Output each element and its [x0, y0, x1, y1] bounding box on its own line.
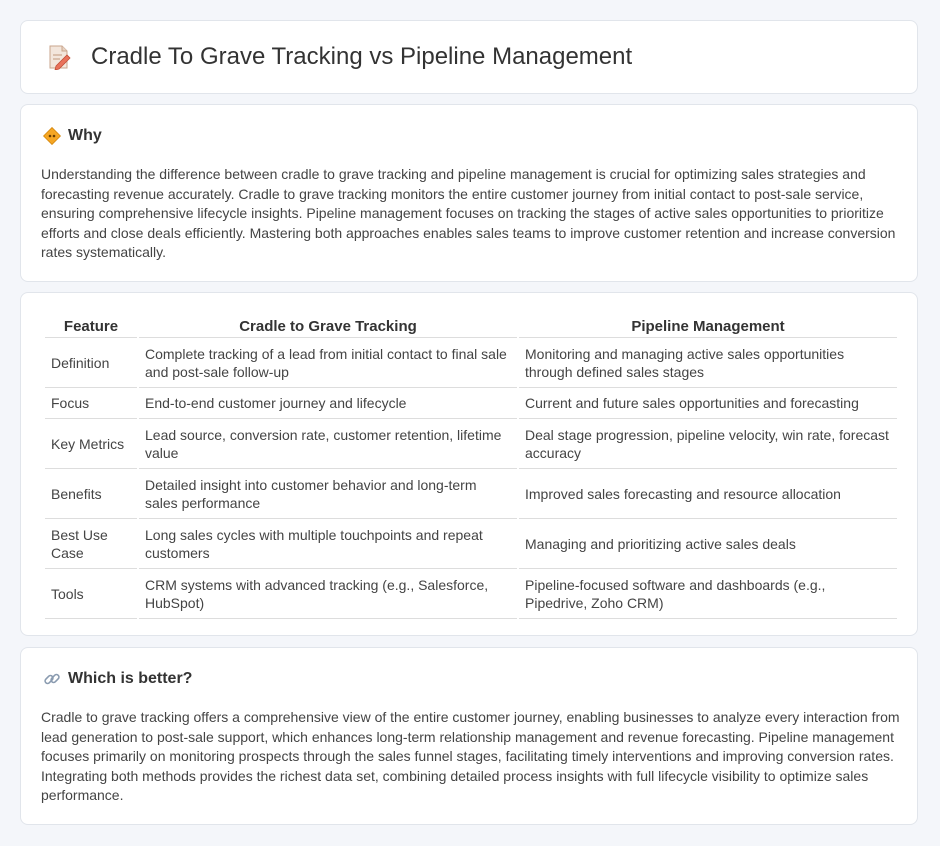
cradle-cell: Lead source, conversion rate, customer r… — [139, 419, 517, 469]
pipeline-cell: Current and future sales opportunities a… — [519, 388, 897, 419]
pipeline-cell: Monitoring and managing active sales opp… — [519, 338, 897, 388]
pipeline-cell: Improved sales forecasting and resource … — [519, 469, 897, 519]
diamond-sign-icon — [43, 127, 61, 145]
comparison-table-card: Feature Cradle to Grave Tracking Pipelin… — [20, 292, 918, 636]
table-row: Focus End-to-end customer journey and li… — [45, 388, 897, 419]
cradle-cell: Detailed insight into customer behavior … — [139, 469, 517, 519]
feature-cell: Benefits — [45, 469, 137, 519]
feature-cell: Best Use Case — [45, 519, 137, 569]
cradle-cell: Complete tracking of a lead from initial… — [139, 338, 517, 388]
which-is-better-heading: Which is better? — [68, 670, 193, 687]
table-row: Benefits Detailed insight into customer … — [45, 469, 897, 519]
cradle-cell: Long sales cycles with multiple touchpoi… — [139, 519, 517, 569]
why-text: Understanding the difference between cra… — [41, 166, 896, 261]
table-row: Best Use Case Long sales cycles with mul… — [45, 519, 897, 569]
which-is-better-section: Which is better? Cradle to grave trackin… — [20, 647, 918, 825]
link-icon — [44, 673, 60, 685]
which-is-better-text: Cradle to grave tracking offers a compre… — [41, 709, 900, 804]
cradle-cell: CRM systems with advanced tracking (e.g.… — [139, 569, 517, 619]
comparison-table: Feature Cradle to Grave Tracking Pipelin… — [43, 313, 899, 619]
table-row: Tools CRM systems with advanced tracking… — [45, 569, 897, 619]
page-title: Cradle To Grave Tracking vs Pipeline Man… — [91, 43, 633, 70]
pipeline-cell: Deal stage progression, pipeline velocit… — [519, 419, 897, 469]
column-header-pipeline: Pipeline Management — [519, 313, 897, 338]
why-section: Why Understanding the difference between… — [20, 104, 918, 282]
why-heading: Why — [68, 127, 102, 144]
table-row: Definition Complete tracking of a lead f… — [45, 338, 897, 388]
document-pencil-icon — [49, 45, 71, 70]
feature-cell: Definition — [45, 338, 137, 388]
pipeline-cell: Managing and prioritizing active sales d… — [519, 519, 897, 569]
pipeline-cell: Pipeline-focused software and dashboards… — [519, 569, 897, 619]
column-header-feature: Feature — [45, 313, 137, 338]
cradle-cell: End-to-end customer journey and lifecycl… — [139, 388, 517, 419]
feature-cell: Tools — [45, 569, 137, 619]
feature-cell: Focus — [45, 388, 137, 419]
title-card: Cradle To Grave Tracking vs Pipeline Man… — [20, 20, 918, 94]
table-row: Key Metrics Lead source, conversion rate… — [45, 419, 897, 469]
column-header-cradle: Cradle to Grave Tracking — [139, 313, 517, 338]
feature-cell: Key Metrics — [45, 419, 137, 469]
table-header-row: Feature Cradle to Grave Tracking Pipelin… — [45, 313, 897, 338]
